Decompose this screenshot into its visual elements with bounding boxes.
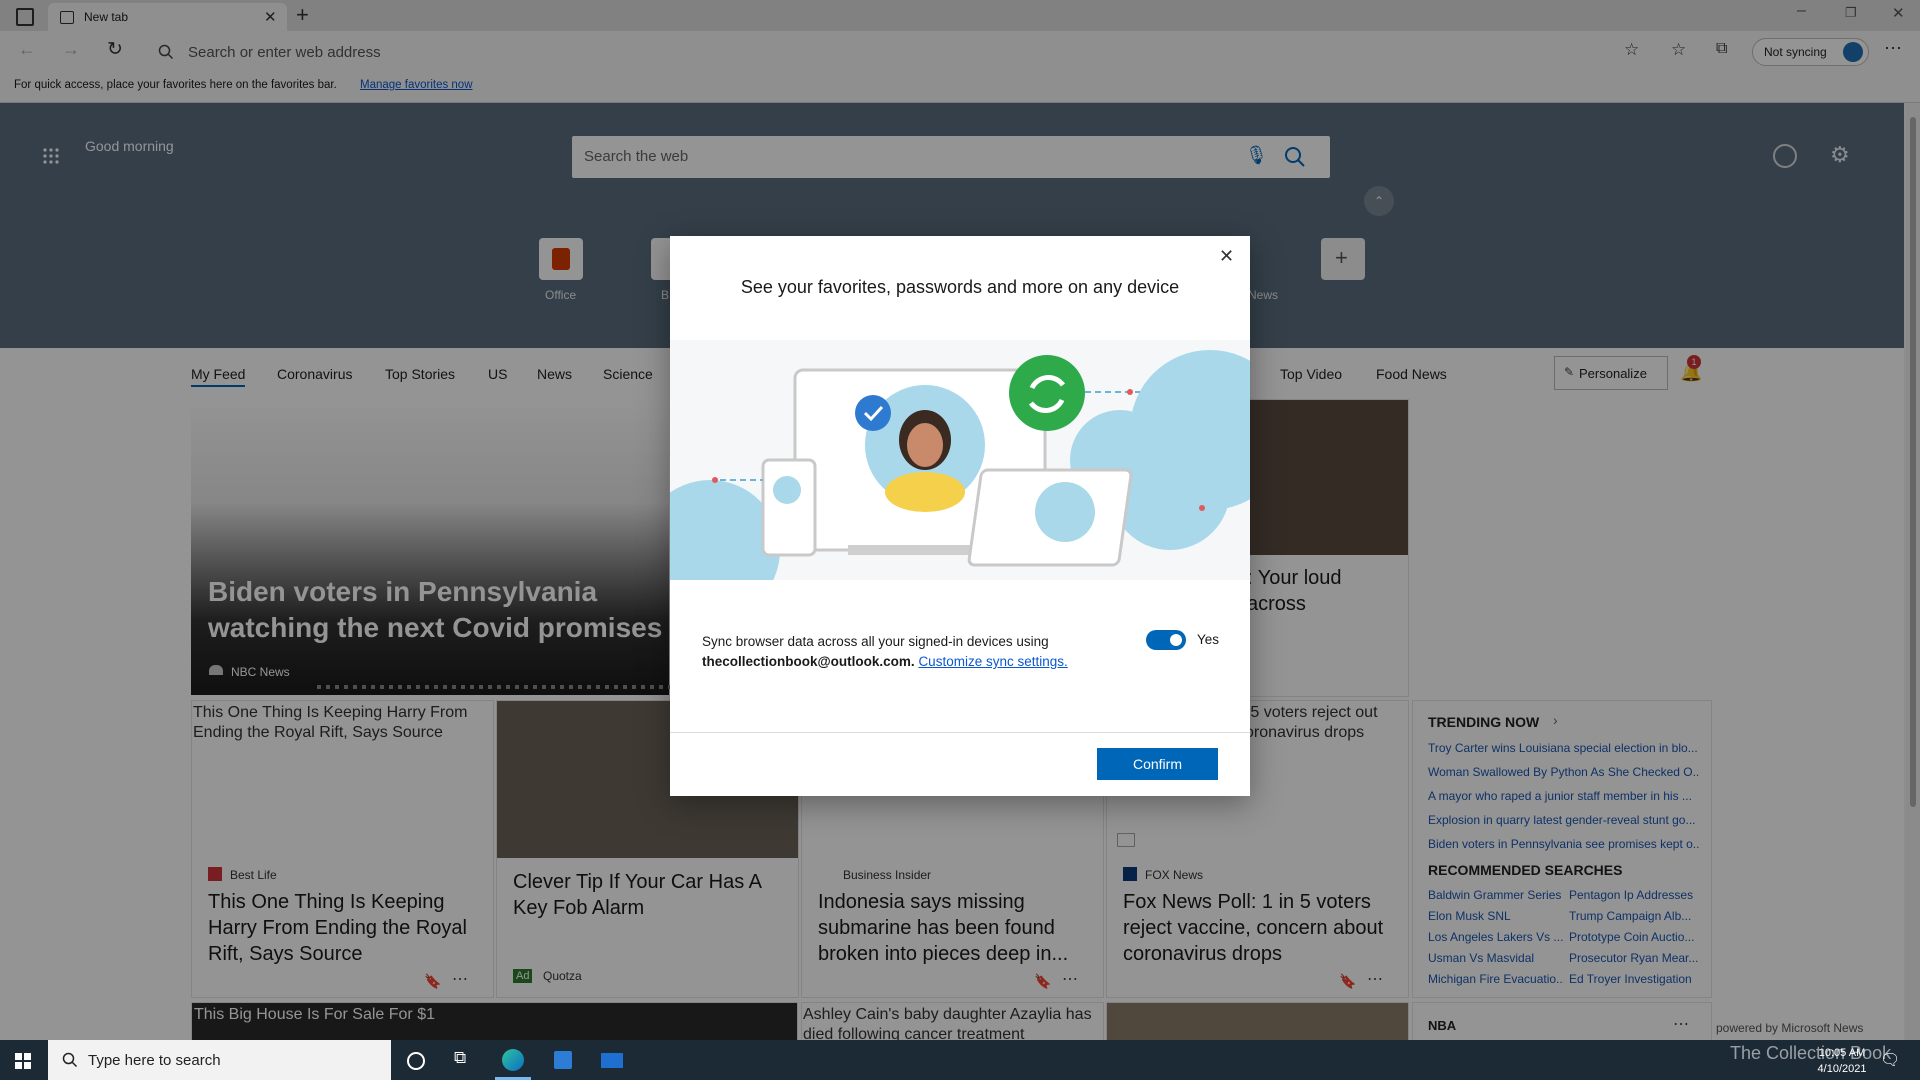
clock-date: 4/10/2021 [1817, 1063, 1867, 1075]
mail-icon[interactable] [601, 1053, 623, 1068]
sync-description-text: Sync browser data across all your signed… [702, 634, 1049, 649]
clock[interactable]: 10:05 AM 4/10/2021 [1802, 1045, 1882, 1077]
sync-toggle-label: Yes [1197, 632, 1220, 647]
taskbar-search[interactable]: Type here to search [48, 1040, 391, 1080]
sync-toggle[interactable] [1146, 630, 1186, 650]
edge-icon[interactable] [502, 1049, 524, 1071]
clock-time: 10:05 AM [1818, 1047, 1866, 1059]
confirm-button[interactable]: Confirm [1097, 748, 1218, 780]
cortana-icon[interactable] [407, 1052, 425, 1070]
dialog-title: See your favorites, passwords and more o… [740, 277, 1180, 297]
account-email: thecollectionbook@outlook.com. [702, 654, 915, 669]
store-icon[interactable] [554, 1051, 572, 1069]
sync-illustration [670, 340, 1250, 580]
close-dialog-icon[interactable]: ✕ [1219, 246, 1234, 267]
dialog-divider [670, 732, 1250, 733]
task-view-icon[interactable]: ⧉ [454, 1048, 466, 1068]
start-icon[interactable] [15, 1053, 31, 1069]
notification-center-icon[interactable]: 🗨 [1880, 1050, 1900, 1070]
toggle-knob [1170, 634, 1182, 646]
taskbar-search-placeholder: Type here to search [88, 1052, 221, 1069]
customize-sync-link[interactable]: Customize sync settings. [918, 654, 1067, 669]
sync-description: Sync browser data across all your signed… [702, 632, 1142, 672]
search-icon [62, 1052, 78, 1068]
